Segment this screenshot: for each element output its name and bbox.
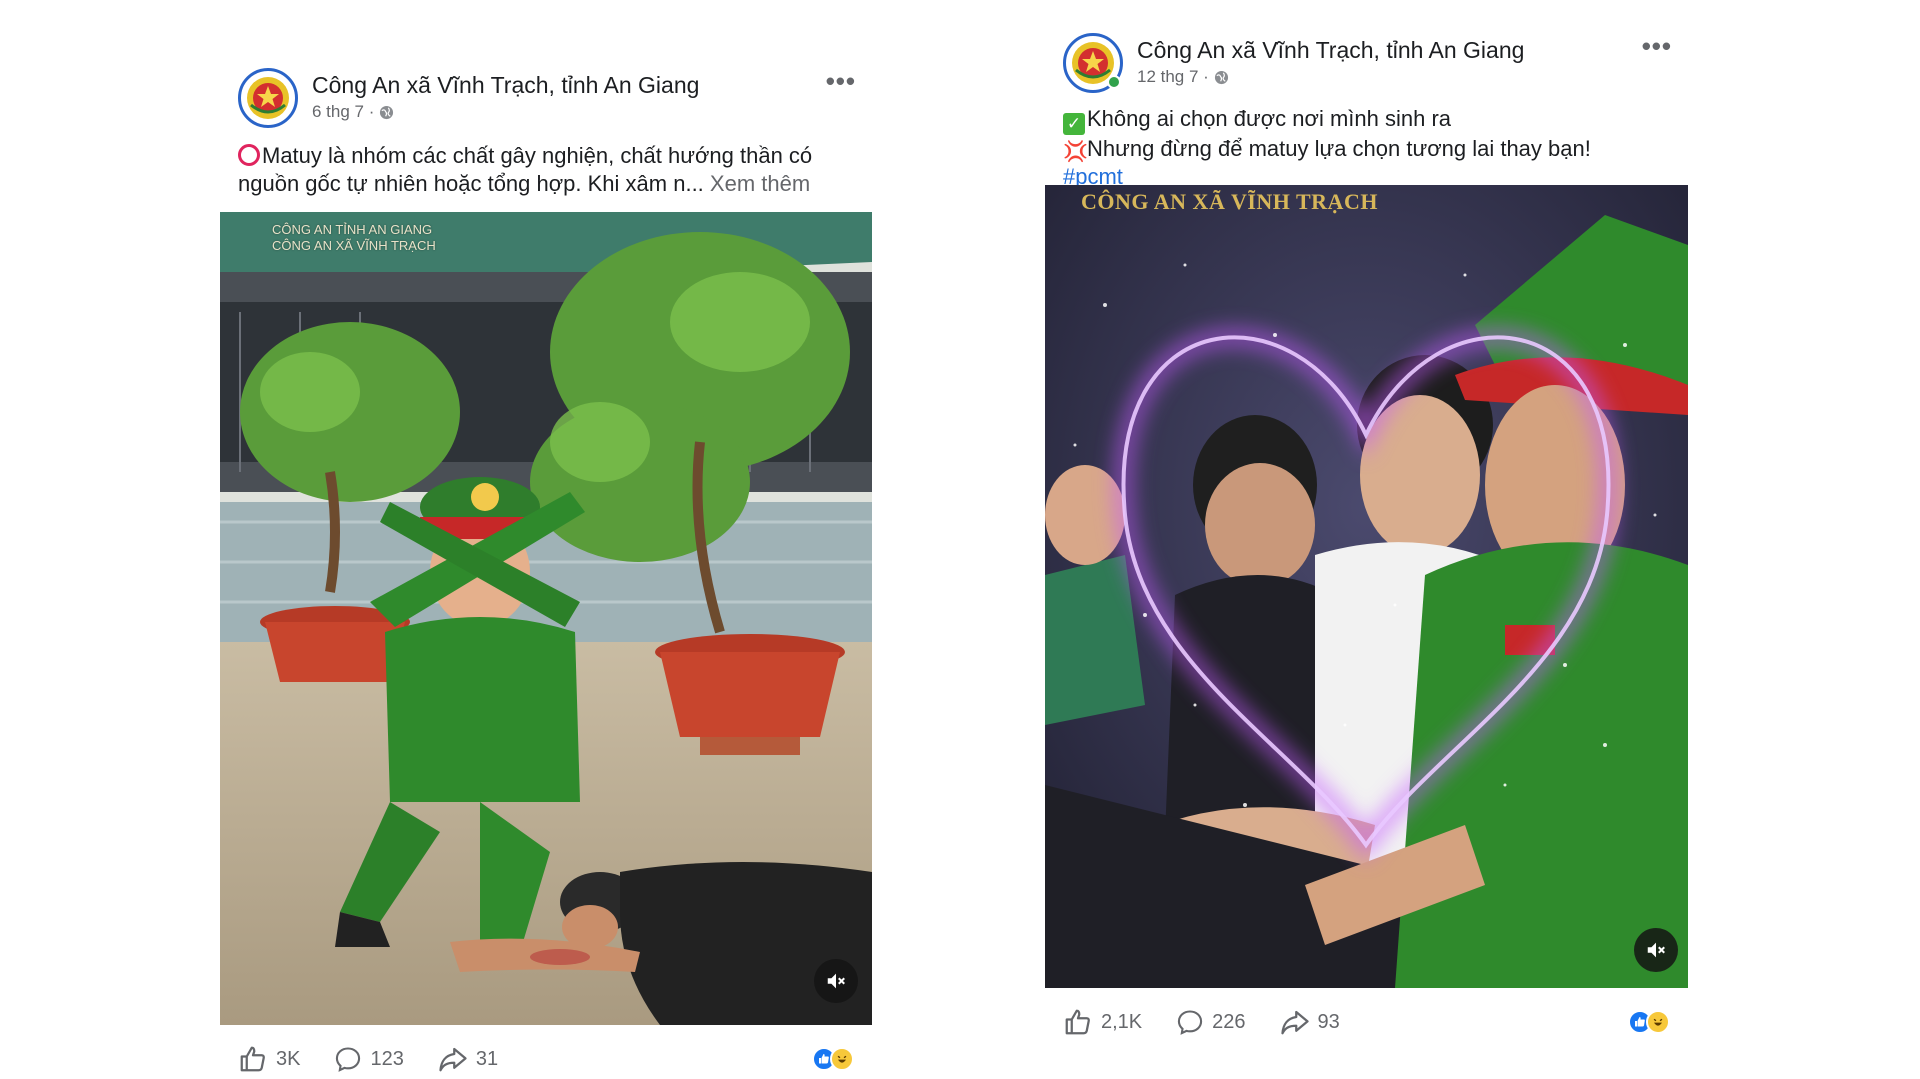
like-button[interactable]: 2,1K — [1063, 1007, 1142, 1037]
post-line-1: Không ai chọn được nơi mình sinh ra — [1087, 106, 1451, 131]
post-video-2[interactable]: CÔNG AN XÃ VĨNH TRẠCH — [1045, 185, 1688, 988]
post-meta: 12 thg 7 · — [1137, 67, 1229, 87]
video-watermark: CÔNG AN TỈNH AN GIANG CÔNG AN XÃ VĨNH TR… — [272, 222, 436, 253]
comment-button[interactable]: 123 — [334, 1045, 404, 1073]
haha-reaction-icon — [830, 1047, 854, 1071]
post-meta: 6 thg 7 · — [312, 102, 394, 122]
comment-count: 226 — [1212, 1010, 1246, 1033]
check-mark-icon: ✓ — [1063, 113, 1085, 135]
reaction-summary[interactable] — [812, 1047, 854, 1071]
share-count: 93 — [1317, 1010, 1340, 1033]
thumbs-up-icon — [240, 1046, 265, 1072]
share-icon — [439, 1047, 467, 1072]
share-button[interactable]: 31 — [438, 1044, 498, 1074]
video-frame-police-officer — [220, 212, 872, 1025]
page-name[interactable]: Công An xã Vĩnh Trạch, tỉnh An Giang — [312, 72, 699, 99]
share-count: 31 — [475, 1047, 499, 1070]
page-avatar[interactable] — [1063, 33, 1123, 93]
video-watermark: CÔNG AN XÃ VĨNH TRẠCH — [1081, 189, 1378, 214]
post-card-2: Công An xã Vĩnh Trạch, tỉnh An Giang 12 … — [1045, 25, 1688, 1056]
mute-toggle-button[interactable] — [1634, 928, 1678, 972]
anger-symbol-icon: 💢 — [1063, 141, 1088, 163]
post-actions: 2,1K 226 93 — [1045, 988, 1688, 1056]
post-line-2: Nhưng đừng để matuy lựa chọn tương lai t… — [1087, 136, 1591, 161]
thumbs-up-icon — [1065, 1009, 1090, 1035]
globe-icon — [1214, 70, 1228, 84]
red-circle-icon — [238, 144, 260, 166]
post-actions: 3K 123 31 — [220, 1025, 872, 1079]
page-avatar[interactable] — [238, 68, 298, 128]
speaker-muted-icon — [1647, 942, 1665, 958]
like-button[interactable]: 3K — [238, 1044, 300, 1074]
share-icon — [1280, 1010, 1309, 1035]
mute-toggle-button[interactable] — [814, 959, 858, 1003]
more-options-button[interactable]: ••• — [826, 66, 856, 97]
share-button[interactable]: 93 — [1280, 1007, 1340, 1037]
comment-icon — [1178, 1010, 1203, 1035]
like-count: 2,1K — [1101, 1010, 1143, 1033]
comment-icon — [336, 1047, 361, 1072]
globe-icon — [380, 105, 394, 119]
video-frame-heart-effect — [1045, 185, 1688, 988]
post-header: Công An xã Vĩnh Trạch, tỉnh An Giang 6 t… — [220, 60, 872, 132]
comment-count: 123 — [370, 1047, 404, 1070]
post-video-1[interactable]: CÔNG AN TỈNH AN GIANG CÔNG AN XÃ VĨNH TR… — [220, 212, 872, 1025]
online-status-indicator — [1107, 75, 1121, 89]
speaker-muted-icon — [827, 973, 845, 989]
post-text: Matuy là nhóm các chất gây nghiện, chất … — [220, 142, 872, 212]
comment-button[interactable]: 226 — [1176, 1008, 1246, 1036]
more-options-button[interactable]: ••• — [1642, 31, 1672, 62]
post-card-1: Công An xã Vĩnh Trạch, tỉnh An Giang 6 t… — [220, 60, 872, 1079]
post-text: ✓ Không ai chọn được nơi mình sinh ra 💢Nh… — [1045, 105, 1688, 189]
post-time[interactable]: 6 thg 7 · — [312, 102, 374, 122]
reaction-summary[interactable] — [1628, 1010, 1670, 1034]
post-time[interactable]: 12 thg 7 · — [1137, 67, 1209, 87]
see-more-link[interactable]: Xem thêm — [710, 171, 810, 196]
police-emblem-icon — [247, 77, 289, 119]
page-name[interactable]: Công An xã Vĩnh Trạch, tỉnh An Giang — [1137, 37, 1524, 64]
like-count: 3K — [276, 1047, 301, 1070]
haha-reaction-icon — [1646, 1010, 1670, 1034]
post-header: Công An xã Vĩnh Trạch, tỉnh An Giang 12 … — [1045, 25, 1688, 97]
